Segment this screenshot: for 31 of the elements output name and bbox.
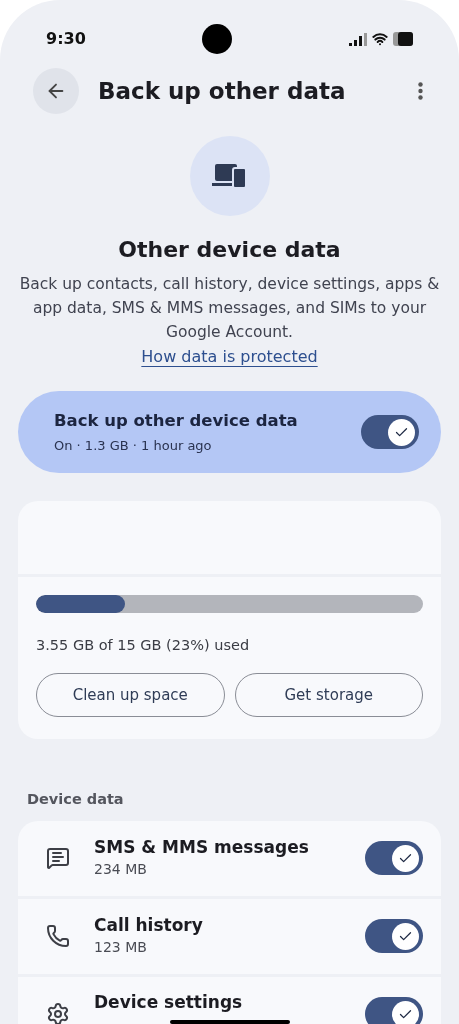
back-button[interactable] (33, 68, 79, 114)
section-title: Other device data (118, 236, 341, 264)
message-icon (46, 846, 70, 870)
toggle-switch[interactable] (365, 841, 423, 875)
phone-icon (46, 924, 70, 948)
group-heading: Device data (27, 789, 125, 809)
setting-row[interactable]: SMS & MMS messages 234 MB (18, 820, 441, 896)
row-title: SMS & MMS messages (94, 836, 309, 857)
row-title: Device settings (94, 992, 243, 1012)
toggle-switch[interactable] (361, 415, 419, 449)
toggle-title: Back up other device data (54, 409, 299, 432)
protection-link[interactable]: How data is protected (141, 345, 318, 369)
wifi-icon (372, 31, 388, 47)
toggle-subtitle: On · 1.3 GB · 1 hour ago (54, 436, 213, 455)
setting-row[interactable]: Call history 123 MB (18, 898, 441, 974)
signal-icon (349, 32, 367, 46)
status-time: 9:30 (46, 28, 86, 50)
battery-icon (393, 32, 413, 46)
gear-icon (46, 1002, 70, 1024)
toggle-switch[interactable] (365, 997, 423, 1024)
setting-row[interactable]: Device settings (18, 976, 441, 1024)
storage-usage: 3.55 GB of 15 GB (23%) used (36, 636, 251, 655)
camera-cutout (202, 24, 233, 54)
main-toggle-card[interactable]: Back up other device data On · 1.3 GB · 1 hour ago (18, 391, 441, 473)
toggle-switch[interactable] (365, 919, 423, 953)
row-size: 234 MB (94, 859, 147, 879)
more-icon (417, 82, 423, 100)
row-size: 123 MB (94, 937, 147, 957)
row-title: Call history (94, 914, 203, 935)
page-title: Back up other data (98, 76, 347, 106)
description: Back up contacts, call history, device settings, apps & app data, SMS & MMS messages, and SIMs to your Google Account. (18, 274, 441, 343)
